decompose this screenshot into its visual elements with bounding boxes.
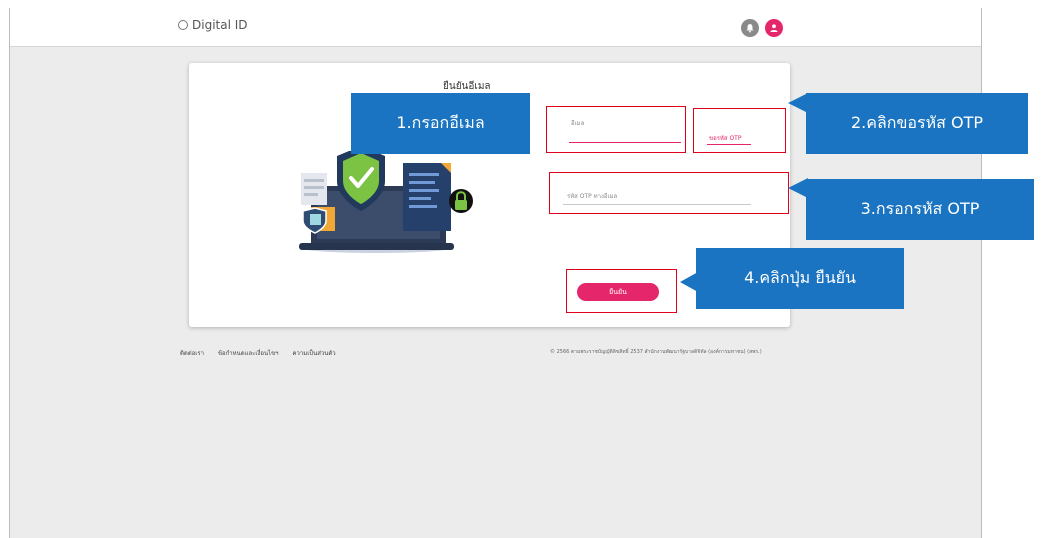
step1-callout: 1.กรอกอีเมล [351,93,530,154]
email-field-highlight [546,106,686,153]
footer-links: ติดต่อเรา ข้อกำหนดและเงื่อนไขฯ ความเป็นส… [180,348,336,358]
user-icon [770,24,778,32]
copyright-text: © 2566 ตามพระราชบัญญัติลิขสิทธิ์ 2537 สำ… [550,349,762,355]
user-avatar-button[interactable] [765,19,783,37]
email-label: อีเมล [571,120,585,127]
card-title: ยืนยันอีเมล [443,81,491,92]
step3-callout: 3.กรอกรหัส OTP [806,179,1034,240]
step2-callout: 2.คลิกขอรหัส OTP [806,93,1028,154]
step2-callout-pointer [788,93,808,113]
otp-field[interactable] [563,204,751,205]
request-otp-link[interactable]: ขอรหัส OTP [709,133,741,143]
brand-name: Digital ID [192,18,248,32]
step4-callout: 4.คลิกปุ่ม ยืนยัน [696,248,904,309]
notification-button[interactable] [741,19,759,37]
footer-link-contact[interactable]: ติดต่อเรา [180,348,204,358]
otp-field-placeholder: รหัส OTP ทางอีเมล [567,193,618,200]
confirm-button[interactable]: ยืนยัน [577,283,659,301]
footer-link-privacy[interactable]: ความเป็นส่วนตัว [293,348,336,358]
security-illustration [299,151,473,253]
brand-logo[interactable]: Digital ID [178,18,248,32]
bell-icon [746,24,754,33]
fingerprint-icon [178,20,188,30]
request-otp-link-underline [707,144,751,145]
top-navigation-bar: Digital ID [10,8,981,47]
otp-request-highlight [693,108,786,153]
footer-link-terms[interactable]: ข้อกำหนดและเงื่อนไขฯ [218,348,279,358]
email-field[interactable] [569,142,681,143]
step4-callout-pointer [680,272,698,292]
step3-callout-pointer [788,178,808,198]
